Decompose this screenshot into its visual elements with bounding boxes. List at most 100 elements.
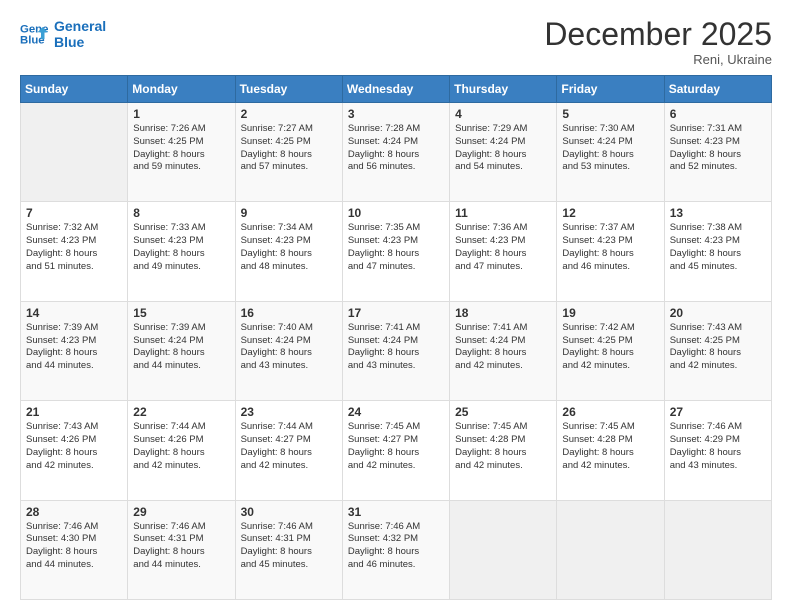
calendar-cell: 18 Sunrise: 7:41 AM Sunset: 4:24 PM Dayli… — [450, 301, 557, 400]
calendar-cell: 23 Sunrise: 7:44 AM Sunset: 4:27 PM Dayli… — [235, 401, 342, 500]
calendar-cell: 26 Sunrise: 7:45 AM Sunset: 4:28 PM Dayli… — [557, 401, 664, 500]
calendar-cell: 7 Sunrise: 7:32 AM Sunset: 4:23 PM Daylig… — [21, 202, 128, 301]
cell-info: Sunrise: 7:44 AM Sunset: 4:27 PM Dayligh… — [241, 421, 337, 472]
calendar-cell: 29Sunrise: 7:46 AM Sunset: 4:31 PM Dayli… — [128, 500, 235, 599]
day-number: 28 — [26, 505, 122, 519]
calendar-cell: 14 Sunrise: 7:39 AM Sunset: 4:23 PM Dayli… — [21, 301, 128, 400]
calendar-week-row: 1 Sunrise: 7:26 AM Sunset: 4:25 PM Daylig… — [21, 103, 772, 202]
day-number: 16 — [241, 306, 337, 320]
day-number: 27 — [670, 405, 766, 419]
svg-text:Blue: Blue — [20, 35, 45, 47]
cell-info: Sunrise: 7:42 AM Sunset: 4:25 PM Dayligh… — [562, 322, 658, 373]
calendar-cell: 2Sunrise: 7:27 AM Sunset: 4:25 PM Daylig… — [235, 103, 342, 202]
calendar-week-row: 21 Sunrise: 7:43 AM Sunset: 4:26 PM Dayli… — [21, 401, 772, 500]
cell-info: Sunrise: 7:39 AM Sunset: 4:24 PM Dayligh… — [133, 322, 229, 373]
calendar-cell: 27 Sunrise: 7:46 AM Sunset: 4:29 PM Dayli… — [664, 401, 771, 500]
calendar-cell: 25Sunrise: 7:45 AM Sunset: 4:28 PM Dayli… — [450, 401, 557, 500]
cell-info: Sunrise: 7:28 AM Sunset: 4:24 PM Dayligh… — [348, 123, 444, 174]
title-block: December 2025 Reni, Ukraine — [544, 18, 772, 67]
day-number: 23 — [241, 405, 337, 419]
cell-info: Sunrise: 7:46 AM Sunset: 4:31 PM Dayligh… — [241, 521, 337, 572]
cell-info: Sunrise: 7:30 AM Sunset: 4:24 PM Dayligh… — [562, 123, 658, 174]
cell-info: Sunrise: 7:35 AM Sunset: 4:23 PM Dayligh… — [348, 222, 444, 273]
day-number: 15 — [133, 306, 229, 320]
weekday-header: Sunday — [21, 76, 128, 103]
cell-info: Sunrise: 7:32 AM Sunset: 4:23 PM Dayligh… — [26, 222, 122, 273]
page: General Blue General Blue December 2025 … — [0, 0, 792, 612]
logo-blue: Blue — [54, 34, 106, 50]
calendar-week-row: 14 Sunrise: 7:39 AM Sunset: 4:23 PM Dayli… — [21, 301, 772, 400]
calendar-table: SundayMondayTuesdayWednesdayThursdayFrid… — [20, 75, 772, 600]
cell-info: Sunrise: 7:44 AM Sunset: 4:26 PM Dayligh… — [133, 421, 229, 472]
cell-info: Sunrise: 7:45 AM Sunset: 4:27 PM Dayligh… — [348, 421, 444, 472]
day-number: 21 — [26, 405, 122, 419]
day-number: 14 — [26, 306, 122, 320]
cell-info: Sunrise: 7:29 AM Sunset: 4:24 PM Dayligh… — [455, 123, 551, 174]
cell-info: Sunrise: 7:46 AM Sunset: 4:29 PM Dayligh… — [670, 421, 766, 472]
calendar-cell: 17Sunrise: 7:41 AM Sunset: 4:24 PM Dayli… — [342, 301, 449, 400]
day-number: 31 — [348, 505, 444, 519]
header: General Blue General Blue December 2025 … — [20, 18, 772, 67]
day-number: 19 — [562, 306, 658, 320]
cell-info: Sunrise: 7:39 AM Sunset: 4:23 PM Dayligh… — [26, 322, 122, 373]
calendar-cell: 8Sunrise: 7:33 AM Sunset: 4:23 PM Daylig… — [128, 202, 235, 301]
cell-info: Sunrise: 7:45 AM Sunset: 4:28 PM Dayligh… — [562, 421, 658, 472]
calendar-cell: 16 Sunrise: 7:40 AM Sunset: 4:24 PM Dayli… — [235, 301, 342, 400]
day-number: 26 — [562, 405, 658, 419]
day-number: 11 — [455, 206, 551, 220]
calendar-cell: 10 Sunrise: 7:35 AM Sunset: 4:23 PM Dayli… — [342, 202, 449, 301]
cell-info: Sunrise: 7:45 AM Sunset: 4:28 PM Dayligh… — [455, 421, 551, 472]
calendar-week-row: 7 Sunrise: 7:32 AM Sunset: 4:23 PM Daylig… — [21, 202, 772, 301]
calendar-cell: 30 Sunrise: 7:46 AM Sunset: 4:31 PM Dayli… — [235, 500, 342, 599]
cell-info: Sunrise: 7:38 AM Sunset: 4:23 PM Dayligh… — [670, 222, 766, 273]
calendar-cell: 12Sunrise: 7:37 AM Sunset: 4:23 PM Dayli… — [557, 202, 664, 301]
cell-info: Sunrise: 7:33 AM Sunset: 4:23 PM Dayligh… — [133, 222, 229, 273]
calendar-cell: 11Sunrise: 7:36 AM Sunset: 4:23 PM Dayli… — [450, 202, 557, 301]
weekday-header: Friday — [557, 76, 664, 103]
calendar-cell: 13 Sunrise: 7:38 AM Sunset: 4:23 PM Dayli… — [664, 202, 771, 301]
weekday-header: Monday — [128, 76, 235, 103]
day-number: 3 — [348, 107, 444, 121]
cell-info: Sunrise: 7:41 AM Sunset: 4:24 PM Dayligh… — [348, 322, 444, 373]
calendar-cell: 20Sunrise: 7:43 AM Sunset: 4:25 PM Dayli… — [664, 301, 771, 400]
cell-info: Sunrise: 7:37 AM Sunset: 4:23 PM Dayligh… — [562, 222, 658, 273]
cell-info: Sunrise: 7:46 AM Sunset: 4:32 PM Dayligh… — [348, 521, 444, 572]
day-number: 1 — [133, 107, 229, 121]
month-title: December 2025 — [544, 18, 772, 50]
day-number: 2 — [241, 107, 337, 121]
cell-info: Sunrise: 7:26 AM Sunset: 4:25 PM Dayligh… — [133, 123, 229, 174]
cell-info: Sunrise: 7:31 AM Sunset: 4:23 PM Dayligh… — [670, 123, 766, 174]
calendar-cell: 4Sunrise: 7:29 AM Sunset: 4:24 PM Daylig… — [450, 103, 557, 202]
day-number: 6 — [670, 107, 766, 121]
day-number: 7 — [26, 206, 122, 220]
calendar-cell: 19 Sunrise: 7:42 AM Sunset: 4:25 PM Dayli… — [557, 301, 664, 400]
day-number: 18 — [455, 306, 551, 320]
calendar-cell: 1 Sunrise: 7:26 AM Sunset: 4:25 PM Daylig… — [128, 103, 235, 202]
cell-info: Sunrise: 7:34 AM Sunset: 4:23 PM Dayligh… — [241, 222, 337, 273]
calendar-cell — [450, 500, 557, 599]
calendar-cell: 22Sunrise: 7:44 AM Sunset: 4:26 PM Dayli… — [128, 401, 235, 500]
day-number: 13 — [670, 206, 766, 220]
day-number: 29 — [133, 505, 229, 519]
day-number: 24 — [348, 405, 444, 419]
calendar-cell: 5Sunrise: 7:30 AM Sunset: 4:24 PM Daylig… — [557, 103, 664, 202]
cell-info: Sunrise: 7:40 AM Sunset: 4:24 PM Dayligh… — [241, 322, 337, 373]
cell-info: Sunrise: 7:43 AM Sunset: 4:26 PM Dayligh… — [26, 421, 122, 472]
calendar-cell: 9 Sunrise: 7:34 AM Sunset: 4:23 PM Daylig… — [235, 202, 342, 301]
day-number: 10 — [348, 206, 444, 220]
day-number: 9 — [241, 206, 337, 220]
weekday-header: Tuesday — [235, 76, 342, 103]
location: Reni, Ukraine — [544, 52, 772, 67]
cell-info: Sunrise: 7:41 AM Sunset: 4:24 PM Dayligh… — [455, 322, 551, 373]
calendar-cell — [21, 103, 128, 202]
logo: General Blue General Blue — [20, 18, 106, 50]
calendar-cell — [664, 500, 771, 599]
weekday-header: Thursday — [450, 76, 557, 103]
day-number: 30 — [241, 505, 337, 519]
calendar-cell: 15 Sunrise: 7:39 AM Sunset: 4:24 PM Dayli… — [128, 301, 235, 400]
cell-info: Sunrise: 7:46 AM Sunset: 4:30 PM Dayligh… — [26, 521, 122, 572]
calendar-cell: 31 Sunrise: 7:46 AM Sunset: 4:32 PM Dayli… — [342, 500, 449, 599]
calendar-header-row: SundayMondayTuesdayWednesdayThursdayFrid… — [21, 76, 772, 103]
weekday-header: Saturday — [664, 76, 771, 103]
calendar-cell — [557, 500, 664, 599]
